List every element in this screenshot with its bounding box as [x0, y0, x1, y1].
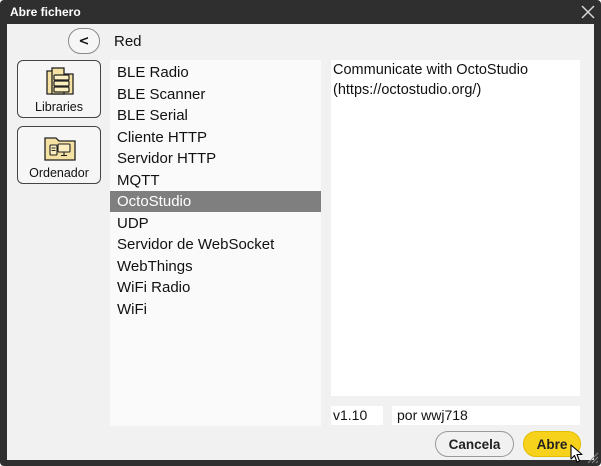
list-item[interactable]: WebThings — [110, 256, 321, 277]
version-field: v1.10 — [331, 406, 383, 425]
list-item[interactable]: Servidor de WebSocket — [110, 234, 321, 255]
author-field: por wwj718 — [392, 406, 580, 425]
breadcrumb: Red — [114, 33, 142, 50]
dialog-window: Abre fichero < Red Libraries Ordenador B… — [0, 0, 601, 466]
list-item[interactable]: BLE Serial — [110, 105, 321, 126]
description-panel: Communicate with OctoStudio (https://oct… — [331, 60, 580, 396]
list-item[interactable]: MQTT — [110, 170, 321, 191]
list-item-selected[interactable]: OctoStudio — [110, 191, 321, 212]
mouse-pointer-icon — [570, 444, 583, 463]
list-item[interactable]: Cliente HTTP — [110, 127, 321, 148]
list-item[interactable]: WiFi — [110, 299, 321, 320]
computer-folder-icon — [44, 137, 76, 161]
title-bar[interactable]: Abre fichero — [0, 0, 601, 24]
sidebar-item-label: Ordenador — [29, 166, 89, 180]
description-link: (https://octostudio.org/) — [333, 82, 482, 98]
list-item[interactable]: UDP — [110, 213, 321, 234]
library-list[interactable]: BLE Radio BLE Scanner BLE Serial Cliente… — [110, 60, 321, 426]
sidebar-item-label: Libraries — [35, 100, 83, 114]
list-item[interactable]: WiFi Radio — [110, 277, 321, 298]
description-line: Communicate with OctoStudio — [333, 62, 529, 78]
resize-grip-icon[interactable] — [585, 450, 599, 464]
list-item[interactable]: Servidor HTTP — [110, 148, 321, 169]
sidebar-item-libraries[interactable]: Libraries — [17, 60, 101, 118]
list-item[interactable]: BLE Radio — [110, 62, 321, 83]
close-icon[interactable] — [581, 5, 595, 19]
libraries-icon — [46, 67, 74, 95]
list-item[interactable]: BLE Scanner — [110, 84, 321, 105]
sidebar-item-ordenador[interactable]: Ordenador — [17, 126, 101, 184]
cancel-button[interactable]: Cancela — [435, 431, 514, 457]
back-button[interactable]: < — [68, 28, 100, 54]
window-title: Abre fichero — [10, 5, 81, 19]
dialog-body: < Red Libraries Ordenador BLE Radio BLE … — [7, 24, 594, 460]
